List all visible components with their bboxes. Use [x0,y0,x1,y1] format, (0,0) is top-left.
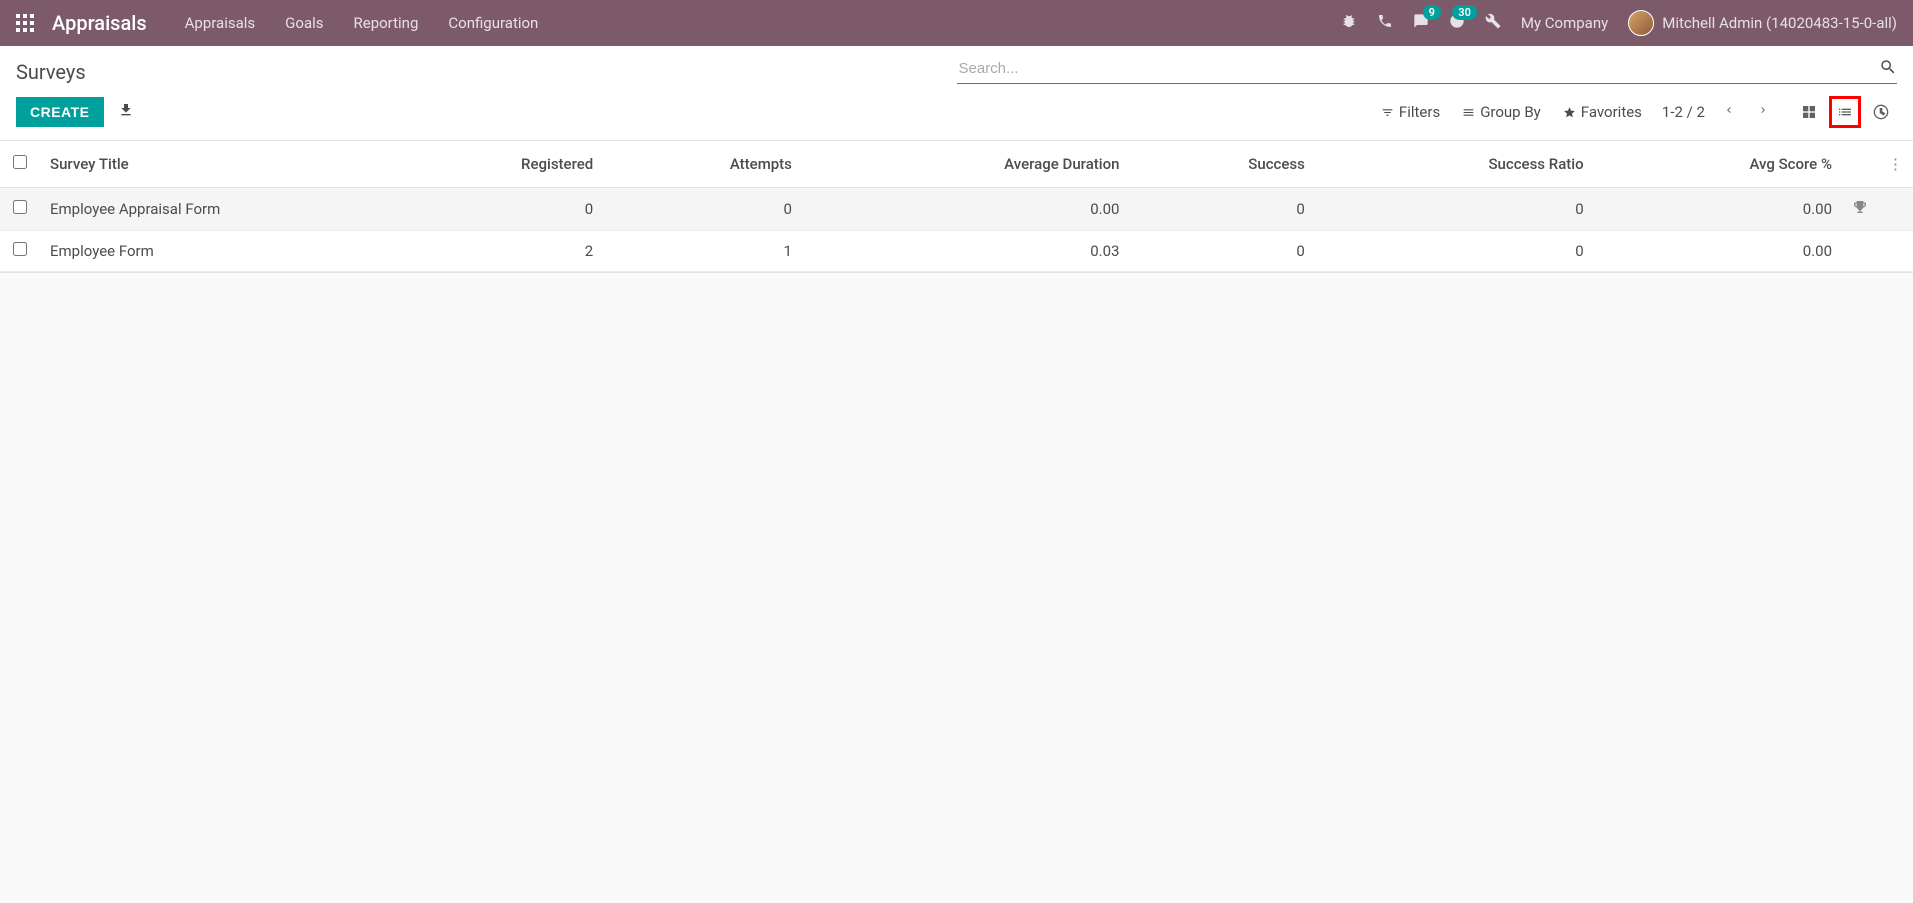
view-list-button[interactable] [1829,96,1861,128]
messages-icon[interactable]: 9 [1413,13,1429,33]
avatar [1628,10,1654,36]
groupby-button[interactable]: Group By [1462,103,1541,121]
col-header-title[interactable]: Survey Title [40,141,380,188]
pager-next[interactable] [1753,99,1773,125]
cell-title: Employee Form [40,231,380,272]
cell-avg-score: 0.00 [1594,188,1842,231]
cell-avg-duration: 0.03 [802,231,1130,272]
cell-attempts: 0 [603,188,802,231]
user-menu[interactable]: Mitchell Admin (14020483-15-0-all) [1628,10,1897,36]
pager: 1-2 / 2 [1662,99,1773,125]
search-input[interactable] [957,56,1898,84]
cell-success: 0 [1129,231,1314,272]
select-all-checkbox[interactable] [13,155,27,169]
row-checkbox[interactable] [13,200,27,214]
trophy-icon[interactable] [1842,188,1878,231]
page-title: Surveys [16,56,86,84]
col-header-avg-duration[interactable]: Average Duration [802,141,1130,188]
filters-label: Filters [1399,103,1440,121]
col-header-registered[interactable]: Registered [380,141,603,188]
apps-grid-icon[interactable] [16,14,34,32]
view-kanban-button[interactable] [1793,96,1825,128]
cell-title: Employee Appraisal Form [40,188,380,231]
cell-avg-duration: 0.00 [802,188,1130,231]
nav-menu-goals[interactable]: Goals [285,14,323,32]
survey-table: Survey Title Registered Attempts Average… [0,141,1913,273]
company-selector[interactable]: My Company [1521,14,1608,32]
messages-badge: 9 [1423,5,1441,20]
user-name: Mitchell Admin (14020483-15-0-all) [1662,14,1897,32]
col-header-attempts[interactable]: Attempts [603,141,802,188]
tools-icon[interactable] [1485,13,1501,33]
filters-button[interactable]: Filters [1381,103,1440,121]
phone-icon[interactable] [1377,13,1393,33]
table-row[interactable]: Employee Appraisal Form 0 0 0.00 0 0 0.0… [0,188,1913,231]
view-activity-button[interactable] [1865,96,1897,128]
cell-registered: 2 [380,231,603,272]
create-button[interactable]: CREATE [16,97,104,127]
debug-icon[interactable] [1341,13,1357,33]
cell-success-ratio: 0 [1315,188,1594,231]
nav-menu-configuration[interactable]: Configuration [448,14,538,32]
col-header-success[interactable]: Success [1129,141,1314,188]
activities-badge: 30 [1452,5,1477,20]
pager-prev[interactable] [1719,99,1739,125]
cell-success: 0 [1129,188,1314,231]
groupby-label: Group By [1480,103,1541,121]
activities-icon[interactable]: 30 [1449,13,1465,33]
control-panel: Surveys CREATE Filters Group By [0,46,1913,141]
optional-columns-button[interactable]: ⋮ [1878,141,1913,188]
top-navbar: Appraisals Appraisals Goals Reporting Co… [0,0,1913,46]
nav-menu: Appraisals Goals Reporting Configuration [185,14,539,32]
table-row[interactable]: Employee Form 2 1 0.03 0 0 0.00 [0,231,1913,272]
favorites-label: Favorites [1581,103,1642,121]
col-header-success-ratio[interactable]: Success Ratio [1315,141,1594,188]
cell-registered: 0 [380,188,603,231]
cell-success-ratio: 0 [1315,231,1594,272]
import-button[interactable] [118,102,134,122]
nav-menu-reporting[interactable]: Reporting [354,14,419,32]
col-header-avg-score[interactable]: Avg Score % [1594,141,1842,188]
cell-attempts: 1 [603,231,802,272]
search-icon[interactable] [1879,58,1897,80]
cell-avg-score: 0.00 [1594,231,1842,272]
favorites-button[interactable]: Favorites [1563,103,1642,121]
pager-value[interactable]: 1-2 / 2 [1662,103,1705,121]
row-checkbox[interactable] [13,242,27,256]
app-title[interactable]: Appraisals [52,11,147,35]
nav-menu-appraisals[interactable]: Appraisals [185,14,256,32]
